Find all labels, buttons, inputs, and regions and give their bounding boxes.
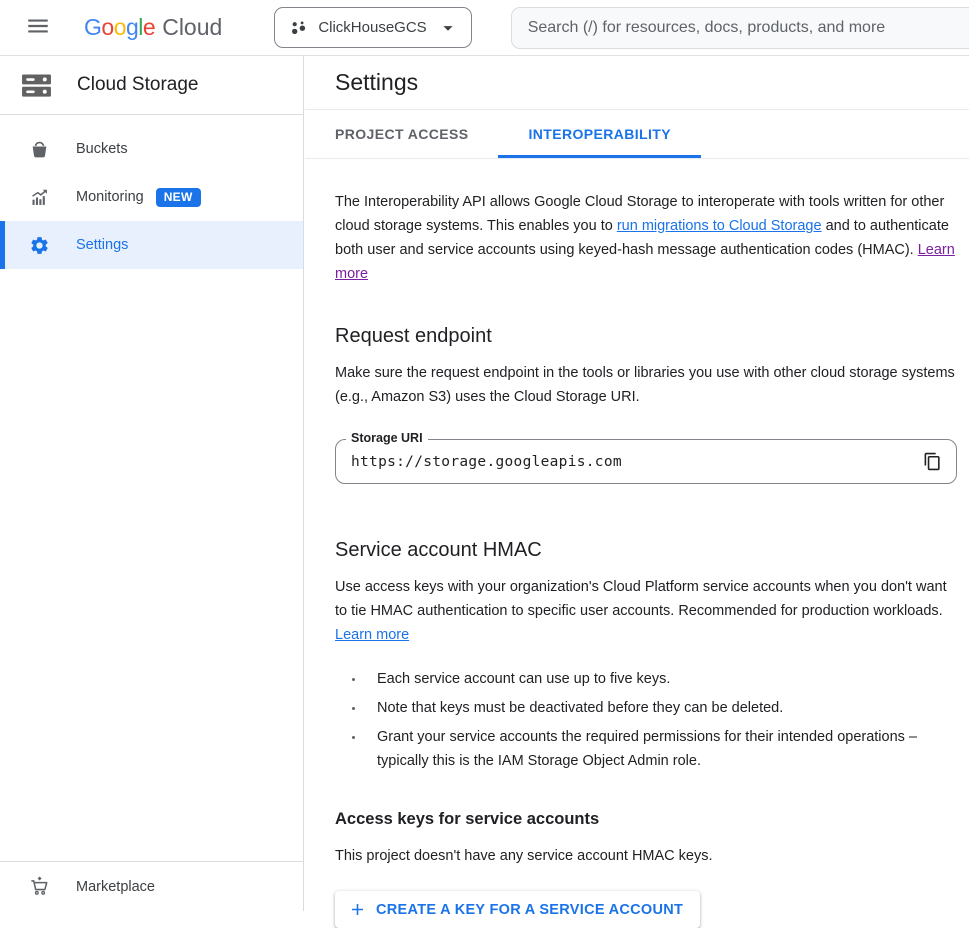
main-content: Settings PROJECT ACCESS INTEROPERABILITY… bbox=[305, 56, 969, 911]
sidebar: Cloud Storage Buckets bbox=[0, 56, 304, 911]
request-endpoint-paragraph: Make sure the request endpoint in the to… bbox=[335, 361, 957, 409]
search-bar[interactable] bbox=[511, 7, 969, 49]
list-item: Each service account can use up to five … bbox=[365, 667, 957, 691]
sidebar-item-monitoring[interactable]: Monitoring NEW bbox=[0, 173, 303, 221]
copy-button[interactable] bbox=[918, 448, 946, 476]
project-selector[interactable]: ClickHouseGCS bbox=[274, 7, 471, 48]
create-key-button-label: CREATE A KEY FOR A SERVICE ACCOUNT bbox=[376, 902, 683, 918]
search-input[interactable] bbox=[512, 19, 969, 37]
top-bar: G o o g l e Cloud ClickHouseGCS bbox=[0, 0, 969, 56]
sidebar-item-label: Settings bbox=[76, 237, 128, 253]
storage-uri-value: https://storage.googleapis.com bbox=[351, 454, 918, 470]
access-keys-heading: Access keys for service accounts bbox=[335, 810, 957, 829]
access-keys-empty-text: This project doesn't have any service ac… bbox=[335, 844, 957, 868]
logo-letter: e bbox=[143, 14, 155, 41]
logo-cloud-text: Cloud bbox=[162, 14, 222, 41]
chevron-down-icon bbox=[437, 17, 459, 39]
list-item: Grant your service accounts the required… bbox=[365, 725, 957, 773]
gear-icon bbox=[28, 235, 50, 256]
logo-letter: o bbox=[101, 14, 113, 41]
create-key-button[interactable]: CREATE A KEY FOR A SERVICE ACCOUNT bbox=[335, 891, 700, 928]
sidebar-item-buckets[interactable]: Buckets bbox=[0, 125, 303, 173]
google-cloud-logo[interactable]: G o o g l e Cloud bbox=[84, 14, 222, 41]
copy-icon bbox=[923, 452, 942, 471]
request-endpoint-heading: Request endpoint bbox=[335, 325, 957, 348]
tab-bar: PROJECT ACCESS INTEROPERABILITY bbox=[305, 110, 969, 159]
sidebar-item-label: Buckets bbox=[76, 141, 128, 157]
sidebar-product-header: Cloud Storage bbox=[0, 56, 303, 115]
service-account-hmac-heading: Service account HMAC bbox=[335, 539, 957, 562]
run-migrations-link[interactable]: run migrations to Cloud Storage bbox=[617, 218, 822, 234]
menu-button[interactable] bbox=[25, 15, 51, 41]
sidebar-nav: Buckets Monitoring NEW bbox=[0, 115, 303, 269]
tab-interoperability[interactable]: INTEROPERABILITY bbox=[498, 110, 701, 158]
marketplace-cart-icon bbox=[27, 875, 51, 898]
new-badge: NEW bbox=[156, 188, 201, 207]
plus-icon bbox=[348, 900, 367, 919]
sidebar-item-label: Marketplace bbox=[76, 879, 155, 895]
page-title: Settings bbox=[335, 69, 418, 96]
project-dots-icon bbox=[289, 19, 308, 37]
logo-letter: G bbox=[84, 14, 101, 41]
sidebar-title: Cloud Storage bbox=[77, 74, 198, 96]
hmac-text: Use access keys with your organization's… bbox=[335, 579, 947, 619]
list-item: Note that keys must be deactivated befor… bbox=[365, 696, 957, 720]
storage-uri-field[interactable]: Storage URI https://storage.googleapis.c… bbox=[335, 439, 957, 484]
service-account-hmac-paragraph: Use access keys with your organization's… bbox=[335, 575, 957, 647]
cloud-storage-icon bbox=[19, 69, 54, 102]
storage-uri-label: Storage URI bbox=[346, 431, 428, 445]
tab-panel-interoperability: The Interoperability API allows Google C… bbox=[305, 159, 969, 928]
bucket-icon bbox=[28, 139, 50, 160]
tab-project-access[interactable]: PROJECT ACCESS bbox=[305, 110, 498, 158]
sidebar-item-marketplace[interactable]: Marketplace bbox=[0, 861, 303, 911]
sidebar-item-label: Monitoring bbox=[76, 189, 144, 205]
logo-letter: o bbox=[114, 14, 126, 41]
sidebar-item-settings[interactable]: Settings bbox=[0, 221, 303, 269]
learn-more-link-service-hmac[interactable]: Learn more bbox=[335, 627, 409, 643]
hmac-bullet-list: Each service account can use up to five … bbox=[335, 667, 957, 773]
hamburger-icon bbox=[25, 13, 51, 42]
page-header: Settings bbox=[305, 56, 969, 110]
project-name: ClickHouseGCS bbox=[318, 19, 426, 36]
logo-letter: g bbox=[126, 14, 138, 41]
intro-paragraph: The Interoperability API allows Google C… bbox=[335, 190, 957, 286]
monitoring-chart-icon bbox=[28, 187, 50, 208]
